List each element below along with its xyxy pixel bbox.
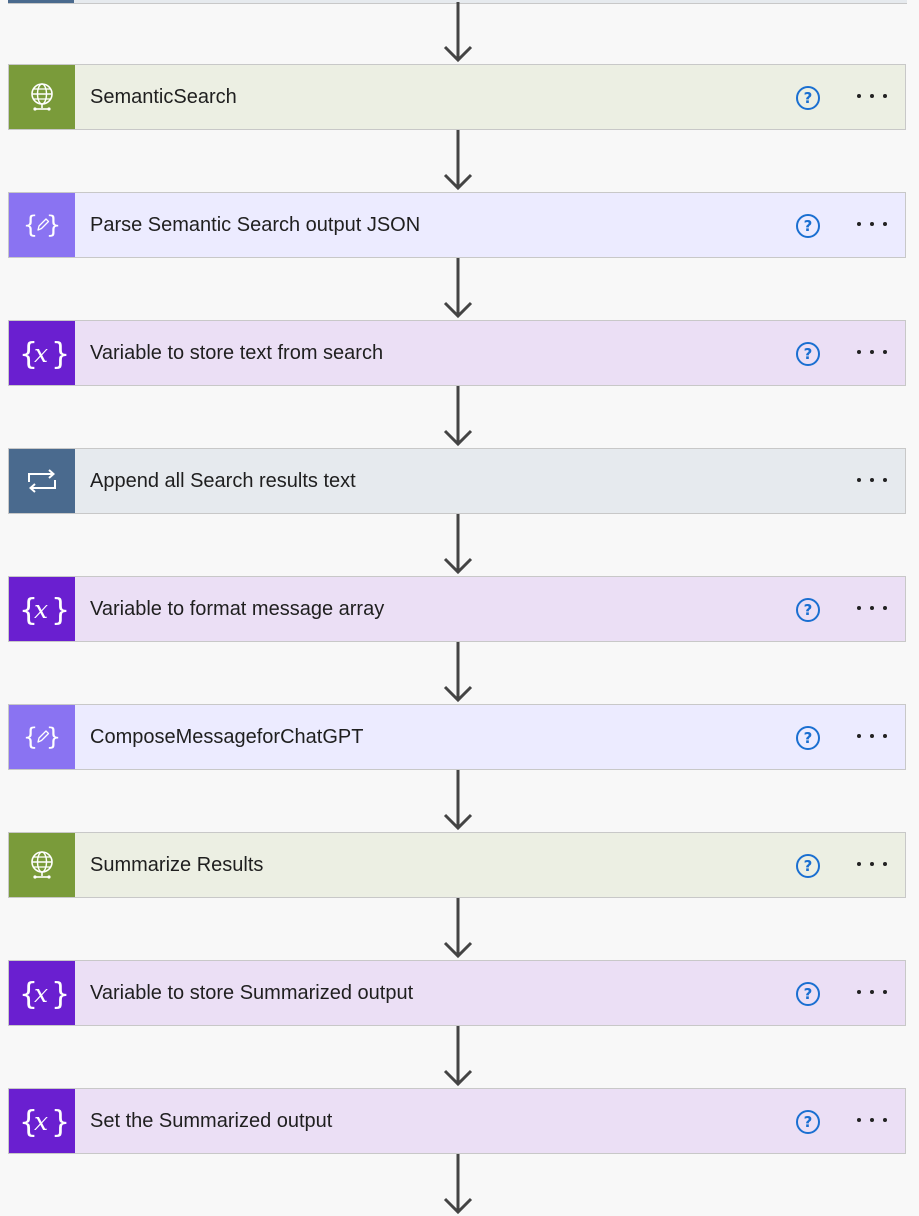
more-options-dot [883,222,887,226]
svg-text:x: x [34,1107,48,1136]
more-options-dot [857,862,861,866]
more-options-dot [857,222,861,226]
flow-step-card[interactable]: SemanticSearch? [8,64,906,130]
connector-arrow [442,898,474,960]
variable-x-icon: {x} [9,577,75,641]
help-icon[interactable]: ? [796,982,820,1006]
flow-step-card[interactable]: {x} Variable to store Summarized output? [8,960,906,1026]
more-options-dot [870,1118,874,1122]
flow-step-card[interactable]: {x} Variable to format message array? [8,576,906,642]
more-options-dot [870,990,874,994]
svg-text:}: } [51,593,67,628]
connector-arrow [442,770,474,832]
flow-step-card[interactable]: Summarize Results? [8,832,906,898]
flow-step-card[interactable]: {x} Variable to store text from search? [8,320,906,386]
variable-x-icon: {x} [9,961,75,1025]
flow-step-title: Variable to store text from search [90,341,384,364]
more-options-icon[interactable] [857,349,887,355]
more-options-dot [870,350,874,354]
more-options-dot [870,734,874,738]
connector-arrow [442,1026,474,1088]
flow-step-title: Variable to format message array [90,597,385,620]
more-options-dot [870,94,874,98]
connector-arrow [442,514,474,576]
connector-arrow [442,258,474,320]
more-options-dot [883,1118,887,1122]
help-icon[interactable]: ? [796,214,820,238]
more-options-dot [870,222,874,226]
connector-arrow [442,642,474,704]
compose-braces-icon: { } [9,193,75,257]
more-options-icon[interactable] [857,221,887,227]
help-icon[interactable]: ? [796,342,820,366]
connector-arrow [442,2,474,64]
svg-text:{ }: { } [25,211,59,239]
connector-arrow [442,1154,474,1216]
more-options-dot [857,1118,861,1122]
more-options-dot [883,478,887,482]
more-options-dot [857,606,861,610]
svg-text:}: } [51,1105,67,1140]
connector-arrow [442,130,474,192]
flow-step-title: SemanticSearch [90,85,237,108]
more-options-dot [883,990,887,994]
svg-text:x: x [34,979,48,1008]
more-options-icon[interactable] [857,989,887,995]
help-icon[interactable]: ? [796,726,820,750]
more-options-icon[interactable] [857,1117,887,1123]
more-options-dot [870,478,874,482]
help-icon[interactable]: ? [796,598,820,622]
more-options-dot [857,734,861,738]
flow-step-title: Set the Summarized output [90,1109,333,1132]
variable-x-icon: {x} [9,1089,75,1153]
flow-step-title: Append all Search results text [90,469,356,492]
help-icon[interactable]: ? [796,1110,820,1134]
more-options-dot [883,734,887,738]
flow-step-title: Summarize Results [90,853,264,876]
more-options-dot [857,94,861,98]
flow-step-card[interactable]: Append all Search results text [8,448,906,514]
connector-arrow [442,386,474,448]
more-options-dot [857,990,861,994]
more-options-dot [870,606,874,610]
more-options-dot [870,862,874,866]
flow-step-title: Parse Semantic Search output JSON [90,213,421,236]
flow-step-title: ComposeMessageforChatGPT [90,725,364,748]
more-options-icon[interactable] [857,861,887,867]
more-options-dot [883,606,887,610]
help-icon[interactable]: ? [796,854,820,878]
more-options-dot [857,478,861,482]
flow-step-card[interactable]: { } ComposeMessageforChatGPT? [8,704,906,770]
help-icon[interactable]: ? [796,86,820,110]
more-options-icon[interactable] [857,93,887,99]
more-options-icon[interactable] [857,733,887,739]
svg-text:x: x [34,595,48,624]
flow-step-title: Variable to store Summarized output [90,981,414,1004]
compose-braces-icon: { } [9,705,75,769]
more-options-dot [883,862,887,866]
more-options-dot [857,350,861,354]
globe-icon [9,65,75,129]
globe-icon [9,833,75,897]
more-options-dot [883,94,887,98]
more-options-dot [883,350,887,354]
svg-text:}: } [51,337,67,372]
variable-x-icon: {x} [9,321,75,385]
svg-text:x: x [34,339,48,368]
loop-icon [9,449,75,513]
svg-text:}: } [51,977,67,1012]
more-options-icon[interactable] [857,477,887,483]
flow-step-card[interactable]: { } Parse Semantic Search output JSON? [8,192,906,258]
more-options-icon[interactable] [857,605,887,611]
svg-text:{ }: { } [25,723,59,751]
previous-step-icon-edge [8,0,74,3]
flow-step-card[interactable]: {x} Set the Summarized output? [8,1088,906,1154]
